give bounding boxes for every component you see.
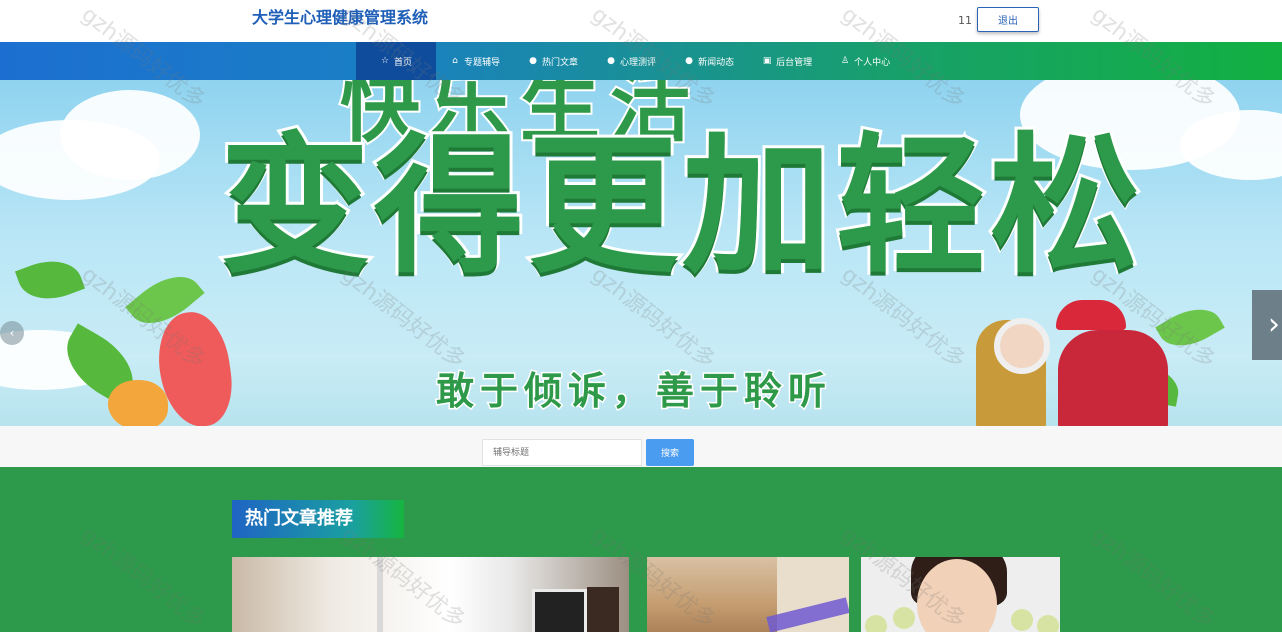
username-label: 11 [958,14,972,27]
nav-item-label: 专题辅导 [464,57,501,68]
card-image-detail [1037,615,1059,632]
cloud-decoration [60,90,200,180]
side-next-panel[interactable]: › [1252,290,1282,360]
briefcase-icon: ▣ [762,56,772,66]
nav-item-home[interactable]: ☆ 首页 [356,42,437,80]
star-icon: ☆ [380,56,390,66]
article-card[interactable] [861,557,1060,632]
girl-illustration [1058,330,1168,426]
card-image-detail [893,607,915,629]
card-image-detail [377,557,383,632]
leaf-decoration [14,250,86,310]
search-button[interactable]: 搜索 [646,439,694,466]
nav-item-news[interactable]: ● 新闻动态 [670,42,748,80]
red-cap [1056,300,1126,330]
nav-item-label: 心理测评 [620,57,657,68]
main-nav: ☆ 首页 ⌂ 专题辅导 ● 热门文章 ● 心理测评 ● 新闻动态 ▣ 后台管理 … [0,42,1282,80]
grandma-face [994,318,1050,374]
question-icon: ● [607,56,615,66]
carousel-prev-button[interactable]: ‹ [0,321,24,345]
banner-subheadline: 敢于倾诉，善于聆听 [434,368,833,415]
home-icon: ⌂ [452,56,458,66]
card-image-detail [865,615,887,632]
banner-carousel[interactable]: 快乐生活 变得更加轻松 敢于倾诉，善于聆听 ‹ › [0,80,1282,426]
card-image-detail [1011,609,1033,631]
banner-headline: 变得更加轻松 [217,120,1145,294]
nav-list: ☆ 首页 ⌂ 专题辅导 ● 热门文章 ● 心理测评 ● 新闻动态 ▣ 后台管理 … [356,42,904,80]
nav-item-label: 热门文章 [542,57,579,68]
nav-item-topic-counseling[interactable]: ⌂ 专题辅导 [436,42,514,80]
search-bar: 搜索 [0,426,1282,467]
user-icon: ♙ [841,56,850,66]
search-input[interactable] [482,439,642,466]
info-icon: ● [685,56,693,66]
nav-item-admin[interactable]: ▣ 后台管理 [748,42,826,80]
logout-button[interactable]: 退出 [977,7,1039,32]
hot-articles-section: 热门文章推荐 [0,467,1282,632]
article-card[interactable] [647,557,849,632]
top-header: 大学生心理健康管理系统 11 退出 [0,0,1282,42]
info-icon: ● [529,56,537,66]
card-image-detail [587,587,619,632]
nav-item-psych-test[interactable]: ● 心理测评 [592,42,670,80]
orange-decoration [108,380,168,426]
article-card[interactable] [232,557,629,632]
nav-item-label: 首页 [394,57,413,68]
card-image-detail [532,589,587,632]
nav-item-label: 新闻动态 [698,57,735,68]
nav-item-profile[interactable]: ♙ 个人中心 [826,42,904,80]
site-title: 大学生心理健康管理系统 [252,8,429,27]
leaf-decoration [1155,297,1225,358]
nav-item-hot-articles[interactable]: ● 热门文章 [514,42,592,80]
nav-item-label: 个人中心 [854,57,891,68]
section-title: 热门文章推荐 [232,500,404,538]
nav-item-label: 后台管理 [776,57,813,68]
